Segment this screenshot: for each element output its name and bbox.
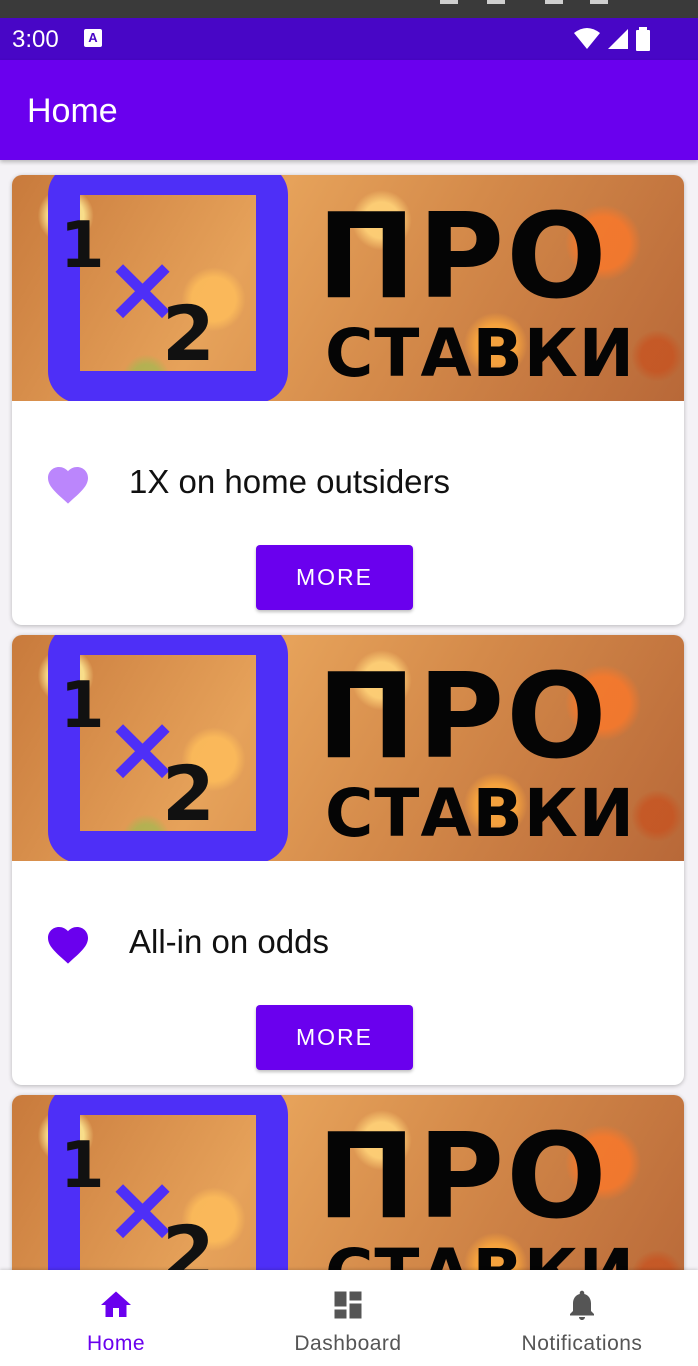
bet-card[interactable]: 1 × 2 ПРО СТАВКИ All-in on odds MORE <box>12 635 684 1085</box>
dashboard-icon <box>334 1291 362 1319</box>
app-bar: Home <box>0 60 698 160</box>
card-list[interactable]: 1 × 2 ПРО СТАВКИ 1X on home outsiders MO… <box>0 160 698 1270</box>
card-banner-image: 1 × 2 ПРО СТАВКИ <box>12 175 684 401</box>
nav-item-dashboard[interactable]: Dashboard <box>232 1270 464 1366</box>
banner-brand-line1: ПРО <box>317 187 609 325</box>
nav-label-dashboard: Dashboard <box>294 1332 402 1355</box>
battery-icon <box>636 27 650 51</box>
notification-badge-icon: A <box>84 29 102 47</box>
logo-digit-two: 2 <box>162 1209 215 1270</box>
bet-card[interactable]: 1 × 2 ПРО СТАВКИ <box>12 1095 684 1270</box>
status-time: 3:00 <box>12 26 59 53</box>
card-banner-image: 1 × 2 ПРО СТАВКИ <box>12 635 684 861</box>
nav-item-home[interactable]: Home <box>0 1270 232 1366</box>
signal-icon <box>607 29 628 49</box>
banner-brand-line2: СТАВКИ <box>325 775 636 852</box>
home-icon <box>101 1291 131 1317</box>
logo-digit-two: 2 <box>162 289 215 378</box>
status-icons <box>573 27 652 51</box>
more-button[interactable]: MORE <box>256 1005 413 1070</box>
nav-label-notifications: Notifications <box>521 1332 643 1355</box>
banner-brand-line2: СТАВКИ <box>325 1241 635 1271</box>
banner-brand-line1: ПРО <box>317 647 609 785</box>
nav-item-notifications[interactable]: Notifications <box>466 1270 698 1366</box>
banner-brand-line2: СТАВКИ <box>325 315 636 392</box>
logo-digit-one: 1 <box>60 1129 105 1203</box>
status-bar: 3:00 A <box>0 18 698 60</box>
logo-digit-one: 1 <box>60 669 105 743</box>
logo-digit-one: 1 <box>60 209 105 283</box>
bell-icon <box>570 1290 594 1320</box>
wifi-icon <box>574 28 601 49</box>
logo-digit-two: 2 <box>162 749 215 838</box>
card-banner-image: 1 × 2 ПРО СТАВКИ <box>12 1095 684 1270</box>
page-title: Home <box>27 92 118 130</box>
card-title: 1X on home outsiders <box>129 463 451 500</box>
more-button[interactable]: MORE <box>256 545 413 610</box>
nav-label-home: Home <box>86 1332 146 1355</box>
bet-card[interactable]: 1 × 2 ПРО СТАВКИ 1X on home outsiders MO… <box>12 175 684 625</box>
bottom-navigation: Home Dashboard Notifications <box>0 1270 698 1366</box>
heart-filled-icon[interactable] <box>44 921 92 965</box>
heart-outline-icon[interactable] <box>44 461 92 505</box>
card-title: All-in on odds <box>129 923 329 960</box>
system-top-strip <box>0 0 698 18</box>
banner-brand-line1: ПРО <box>317 1107 609 1245</box>
